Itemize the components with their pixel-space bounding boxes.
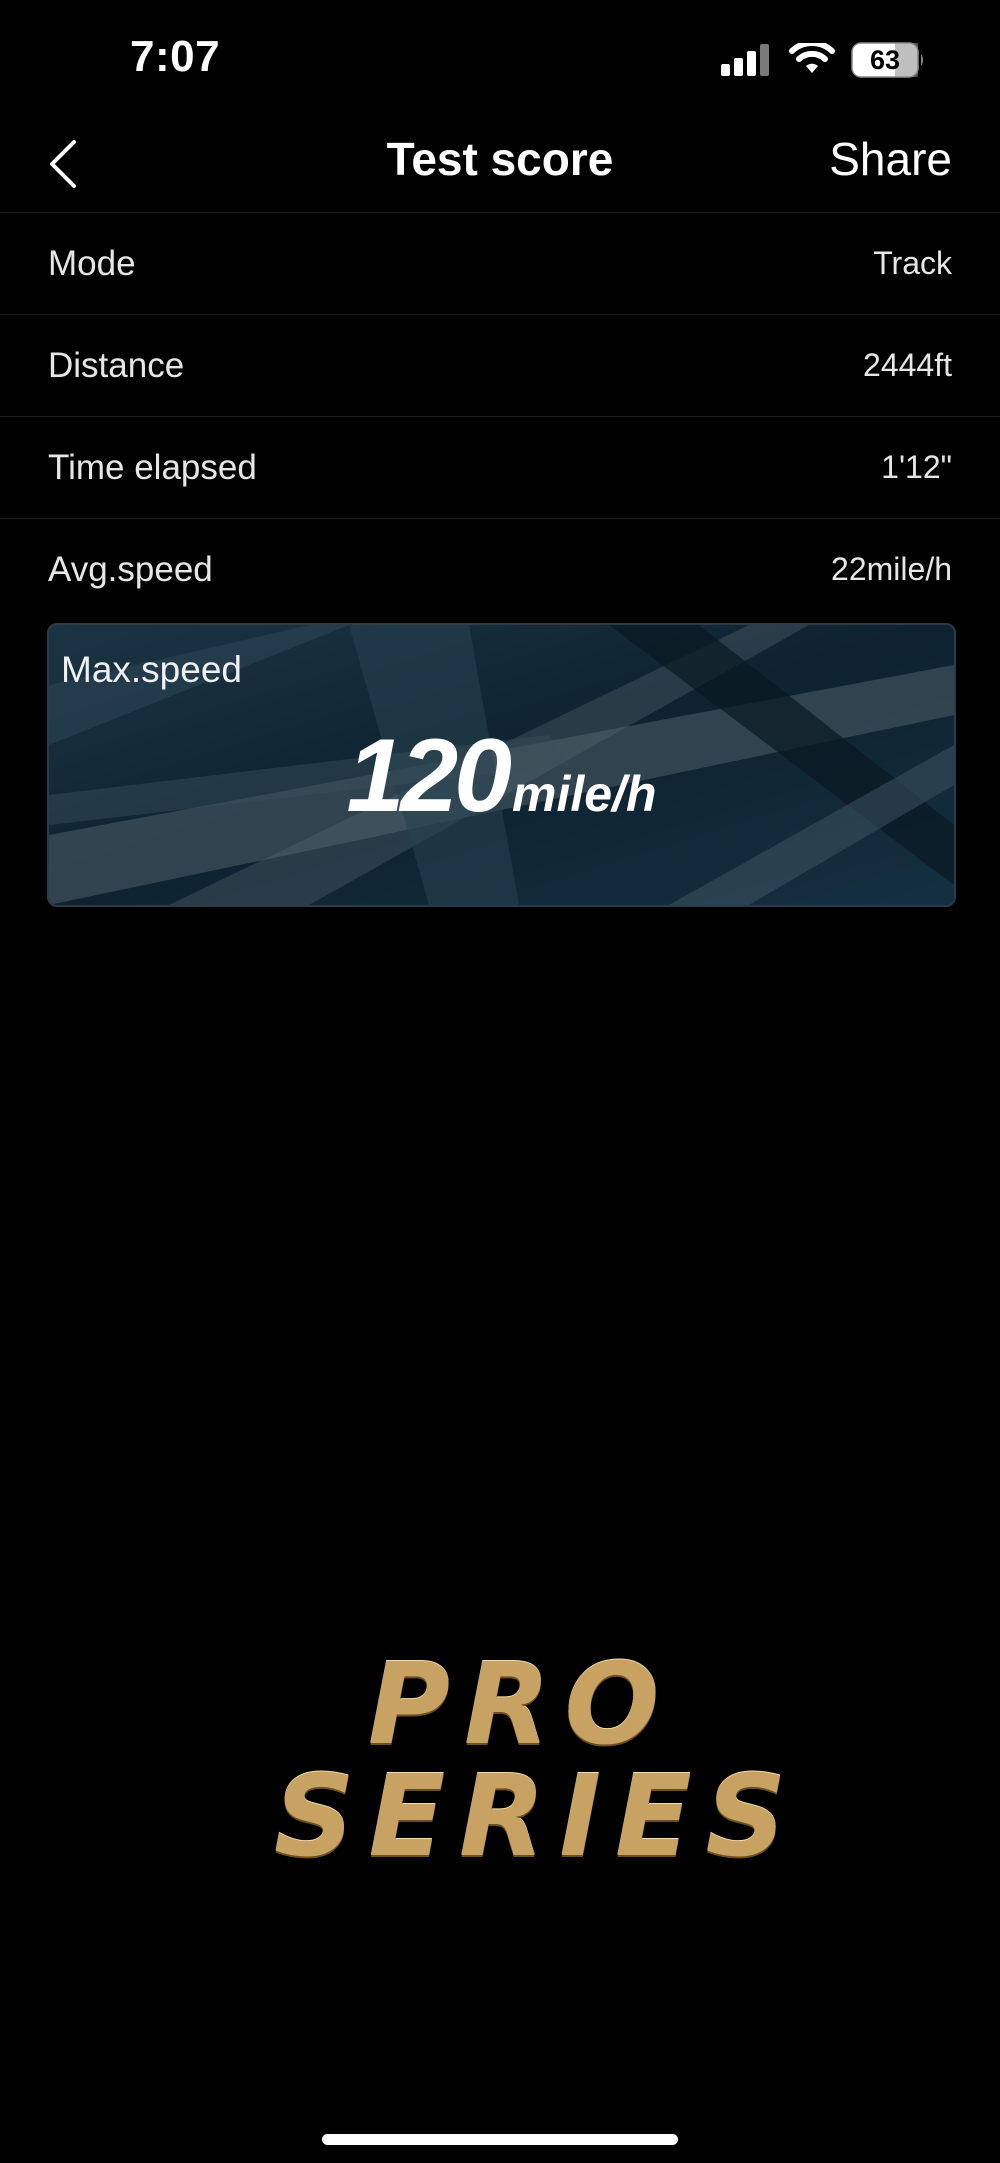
row-avg-speed: Avg.speed 22mile/h xyxy=(0,518,1000,620)
row-value: Track xyxy=(873,245,952,281)
row-value: 22mile/h xyxy=(831,551,952,587)
status-time: 7:07 xyxy=(130,32,221,81)
row-label: Time elapsed xyxy=(48,447,257,487)
max-speed-card: Max.speed 120mile/h xyxy=(47,623,956,907)
battery-level: 63 xyxy=(869,44,901,75)
max-speed-number: 120 xyxy=(346,718,512,834)
row-time-elapsed: Time elapsed 1'12" xyxy=(0,416,1000,518)
pro-series-logo: PRO SERIES xyxy=(270,1640,786,1882)
cellular-signal-icon xyxy=(721,44,769,76)
status-bar: 7:07 63 xyxy=(0,0,1000,120)
logo-line-series: SERIES xyxy=(274,1752,801,1882)
battery-indicator: 63 xyxy=(851,42,925,78)
row-label: Avg.speed xyxy=(48,549,213,589)
stats-list: Mode Track Distance 2444ft Time elapsed … xyxy=(0,212,1000,620)
row-distance: Distance 2444ft xyxy=(0,314,1000,416)
row-mode: Mode Track xyxy=(0,212,1000,314)
status-icons: 63 xyxy=(721,40,925,80)
max-speed-label: Max.speed xyxy=(61,649,242,690)
row-label: Mode xyxy=(48,243,136,283)
share-button[interactable]: Share xyxy=(829,132,952,186)
max-speed-unit: mile/h xyxy=(512,766,657,822)
home-indicator[interactable] xyxy=(322,2134,678,2145)
nav-bar: Test score Share xyxy=(0,120,1000,212)
logo-line-pro: PRO xyxy=(368,1640,674,1770)
row-value: 2444ft xyxy=(863,347,952,383)
row-label: Distance xyxy=(48,345,185,385)
row-value: 1'12" xyxy=(881,449,952,485)
max-speed-value: 120mile/h xyxy=(49,717,954,836)
wifi-icon xyxy=(789,43,835,73)
